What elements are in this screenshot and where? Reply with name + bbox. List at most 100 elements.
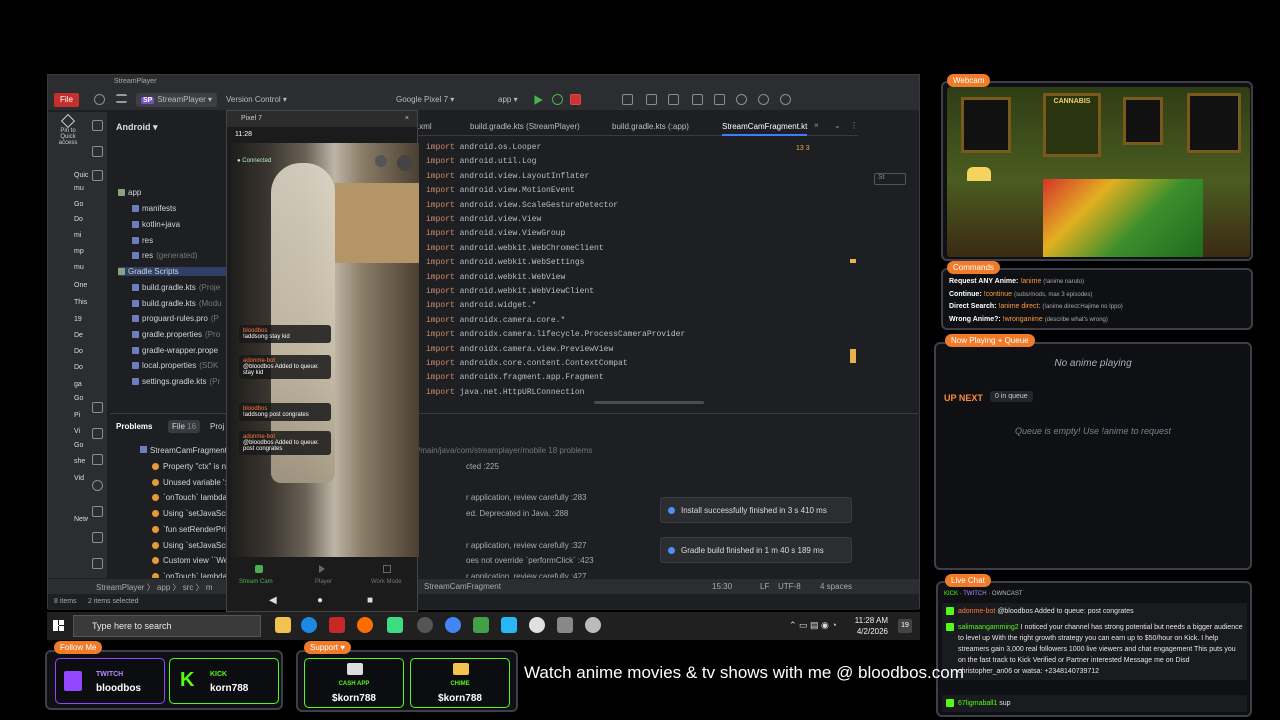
explorer-item[interactable]: mu (74, 185, 84, 192)
problem-row[interactable]: Using `setJavaScr (152, 541, 228, 550)
tree-item[interactable]: local.properties (SDK (132, 361, 218, 370)
tree-item[interactable]: build.gradle.kts (Proje (132, 283, 220, 292)
edge-icon[interactable] (301, 617, 317, 633)
device-selector[interactable]: Google Pixel 7 ▾ (396, 93, 454, 107)
problem-file-row[interactable]: StreamCamFragment (140, 446, 227, 455)
explorer-item[interactable]: ga (74, 381, 82, 388)
tree-item[interactable]: gradle.properties (Pro (132, 330, 220, 339)
file-tab[interactable]: File 16 (168, 420, 201, 433)
problems-tool-icon[interactable] (92, 480, 103, 491)
tab-streamcamfragment[interactable]: StreamCamFragment.kt (722, 122, 808, 136)
explorer-item[interactable]: Go (74, 395, 83, 402)
file-explorer-icon[interactable] (275, 617, 291, 633)
explorer-item[interactable]: mu (74, 264, 84, 271)
cursor-position[interactable]: 15:30 (712, 582, 732, 591)
run-tool-icon[interactable] (92, 402, 103, 413)
device-manager-icon[interactable] (646, 94, 657, 105)
search-icon[interactable] (736, 94, 747, 105)
breadcrumb-file[interactable]: StreamCamFragment (424, 582, 501, 591)
tab-build-gradle-app[interactable]: build.gradle.kts (:app) (612, 122, 689, 131)
project-tool-icon[interactable] (92, 120, 103, 131)
commit-tool-icon[interactable] (92, 146, 103, 157)
explorer-item[interactable]: Pi (74, 412, 80, 419)
pin-quick-access[interactable]: Pin to Quick access (56, 113, 80, 146)
gear-icon[interactable] (758, 94, 769, 105)
document-icon[interactable] (557, 617, 573, 633)
cashapp-card[interactable]: CASH APP $korn788 (304, 658, 404, 708)
terminal-tool-icon[interactable] (92, 428, 103, 439)
nav-work-mode[interactable]: Work Mode (371, 579, 402, 585)
explorer-item[interactable]: mi (74, 232, 81, 239)
atlas-icon[interactable] (529, 617, 545, 633)
horizontal-scrollbar[interactable] (594, 401, 704, 404)
home-button[interactable]: ● (317, 595, 323, 606)
explorer-item[interactable]: One (74, 282, 87, 289)
tab-build-gradle-project[interactable]: build.gradle.kts (StreamPlayer) (470, 122, 580, 131)
version-control-menu[interactable]: Version Control ▾ (226, 93, 287, 107)
nav-player[interactable]: Player (315, 579, 332, 585)
taskbar-search[interactable]: Type here to search (73, 615, 261, 637)
inspection-counts[interactable]: 13 3 (796, 145, 810, 152)
emulator-close-icon[interactable]: × (405, 111, 409, 127)
problems-tab-label[interactable]: Problems (116, 422, 152, 431)
run-icon[interactable] (534, 95, 543, 105)
sdk-manager-icon[interactable] (668, 94, 679, 105)
chrome-icon[interactable] (445, 617, 461, 633)
problem-row[interactable]: Custom view ``We (152, 556, 228, 565)
voicemeeter-icon[interactable] (329, 617, 345, 633)
debug-icon[interactable] (552, 94, 563, 105)
firefox-icon[interactable] (357, 617, 373, 633)
android-studio-icon[interactable] (387, 617, 403, 633)
explorer-item[interactable]: Do (74, 348, 83, 355)
tree-item[interactable]: app (118, 188, 144, 197)
more-options-icon[interactable]: ⋮ (850, 121, 858, 130)
taskbar-clock[interactable]: 11:28 AM 4/2/2026 (855, 615, 888, 637)
git-tool-icon[interactable] (92, 532, 103, 543)
build-notification[interactable]: Gradle build finished in 1 m 40 s 189 ms (660, 537, 852, 563)
project-errors-tab[interactable]: Proj (210, 422, 224, 431)
explorer-item[interactable]: Do (74, 364, 83, 371)
search-field[interactable]: St (874, 173, 906, 185)
explorer-item[interactable]: Go (74, 442, 83, 449)
obs-icon[interactable] (417, 617, 433, 633)
explorer-item[interactable]: Quic (74, 172, 88, 179)
settings-icon[interactable] (375, 155, 387, 167)
problem-row[interactable]: `fun setRenderPrio (152, 525, 230, 534)
problem-row[interactable]: Using `setJavaScr (152, 509, 228, 518)
kick-card[interactable]: K KICK korn788 (169, 658, 279, 704)
twitch-card[interactable]: TWITCH bloodbos (55, 658, 165, 704)
tree-item[interactable]: build.gradle.kts (Modu (132, 299, 222, 308)
settings-icon[interactable] (585, 617, 601, 633)
file-encoding[interactable]: UTF-8 (778, 582, 801, 591)
explorer-item[interactable]: mp (74, 248, 84, 255)
tray-icons[interactable]: ⌃ ▭ ▤ ◉ ◔ (789, 620, 837, 631)
explorer-item[interactable]: Vi (74, 428, 80, 435)
line-separator[interactable]: LF (760, 582, 769, 591)
camera-switch-icon[interactable] (397, 155, 413, 171)
profiler-icon[interactable] (692, 94, 703, 105)
inspector-icon[interactable] (714, 94, 725, 105)
tree-item[interactable]: manifests (132, 204, 179, 213)
problem-row[interactable]: Unused variable ': (152, 478, 227, 487)
notification-count[interactable]: 19 (898, 619, 912, 633)
recents-button[interactable]: ■ (367, 595, 373, 606)
explorer-item[interactable]: 19 (74, 316, 82, 323)
tabs-dropdown-icon[interactable]: ⌄ (834, 121, 841, 130)
settings-icon[interactable] (94, 94, 105, 105)
logcat-tool-icon[interactable] (92, 506, 103, 517)
explorer-item[interactable]: she (74, 458, 85, 465)
back-button[interactable]: ◀ (269, 595, 277, 606)
structure-tool-icon[interactable] (92, 170, 103, 181)
todo-tool-icon[interactable] (92, 558, 103, 569)
explorer-item[interactable]: Do (74, 216, 83, 223)
explorer-item[interactable]: De (74, 332, 83, 339)
nav-stream-cam[interactable]: Stream Cam (239, 579, 273, 585)
tab-xml[interactable]: .xml (417, 122, 432, 131)
project-view-selector[interactable]: Android ▾ (116, 122, 158, 133)
explorer-item[interactable]: This (74, 299, 87, 306)
windows-start-icon[interactable] (53, 620, 64, 631)
indent-setting[interactable]: 4 spaces (820, 582, 852, 591)
close-tab-icon[interactable]: × (814, 121, 819, 130)
build-tool-icon[interactable] (92, 454, 103, 465)
hamburger-menu-icon[interactable] (116, 94, 127, 103)
